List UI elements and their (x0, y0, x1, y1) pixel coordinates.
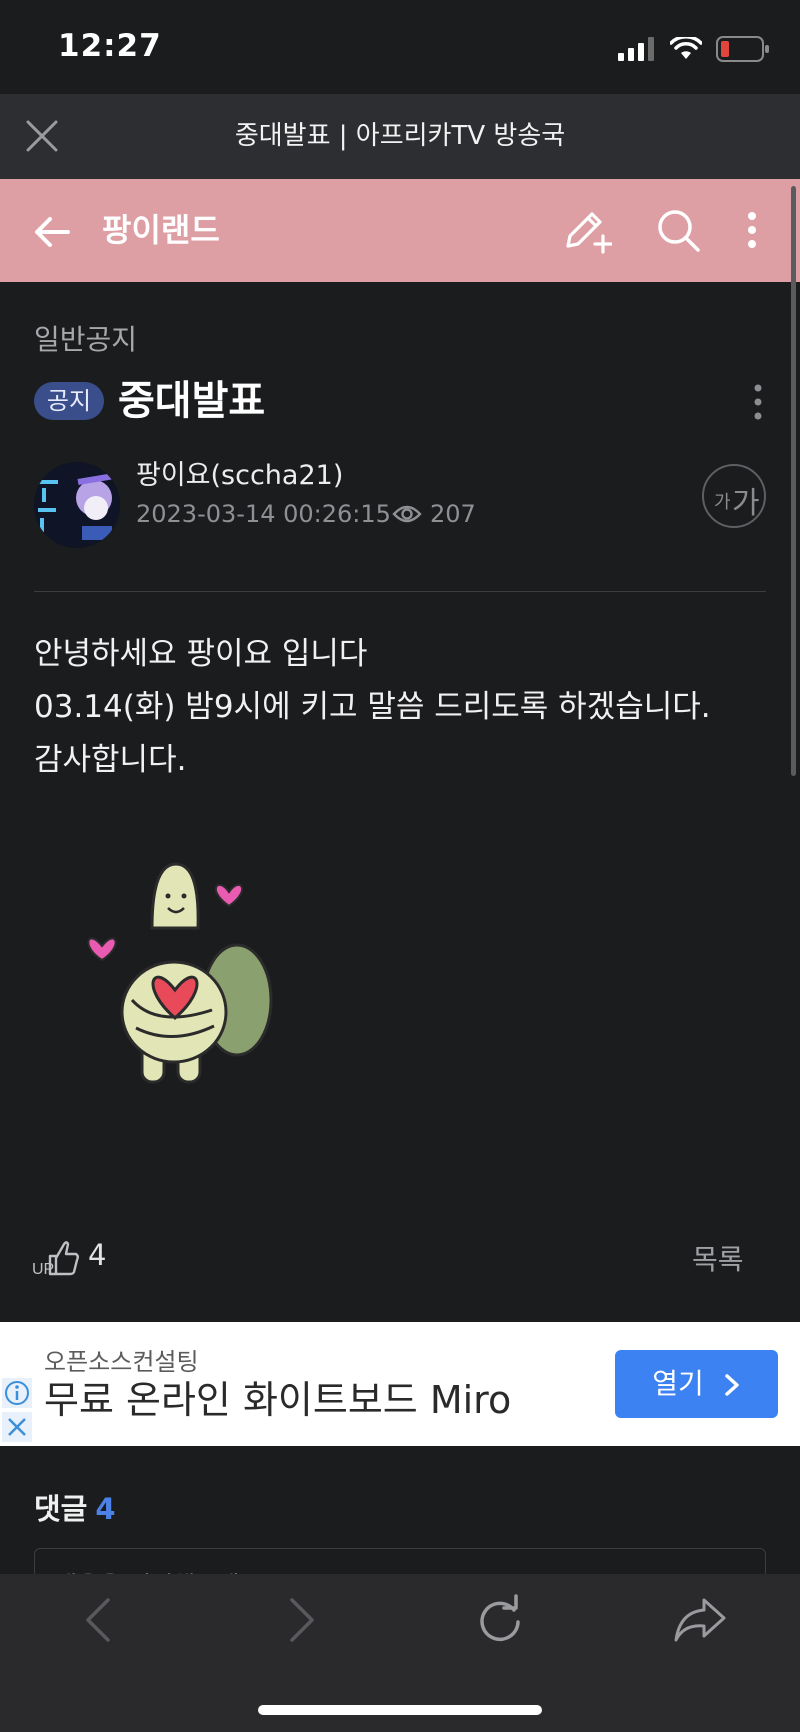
wifi-icon (670, 37, 702, 59)
more-vertical-icon[interactable] (740, 206, 764, 254)
view-count: 207 (430, 500, 476, 528)
turtle-heart-sticker (87, 862, 273, 1084)
font-size-button[interactable]: 가 가 (702, 464, 766, 528)
divider (34, 591, 766, 592)
signal-icon (618, 37, 654, 61)
write-icon[interactable] (560, 206, 612, 254)
comments-heading: 댓글 4 (34, 1486, 116, 1528)
post-body: 안녕하세요 팡이요 입니다 03.14(화) 밤9시에 키고 말씀 드리도록 하… (34, 628, 774, 787)
comments-count: 4 (95, 1492, 116, 1526)
notice-badge: 공지 (34, 382, 104, 420)
share-icon[interactable] (672, 1594, 728, 1646)
status-time: 12:27 (58, 28, 162, 64)
post-body-line: 안녕하세요 팡이요 입니다 (34, 636, 368, 672)
ad-subtitle[interactable]: 오픈소스컨설팅 (44, 1342, 199, 1377)
home-indicator (258, 1705, 542, 1715)
font-size-small-label: 가 (714, 492, 731, 513)
post-category[interactable]: 일반공지 (34, 318, 137, 358)
avatar[interactable] (34, 462, 120, 548)
browser-title: 중대발표 | 아프리카TV 방송국 (234, 121, 566, 151)
post-more-icon[interactable] (750, 380, 766, 424)
ad-headline[interactable]: 무료 온라인 화이트보드 Miro (44, 1374, 511, 1426)
font-size-large-label: 가 (732, 486, 760, 521)
scrollbar[interactable] (791, 186, 796, 776)
chevron-right-icon (724, 1374, 739, 1396)
reload-icon[interactable] (474, 1594, 526, 1646)
search-icon[interactable] (654, 206, 702, 254)
list-button[interactable]: 목록 (692, 1238, 744, 1278)
post-body-line: 감사합니다. (34, 742, 187, 778)
post-body-line: 03.14(화) 밤9시에 키고 말씀 드리도록 하겠습니다. (34, 689, 711, 725)
ad-open-label: 열기 (652, 1367, 704, 1400)
back-icon[interactable] (74, 1594, 126, 1646)
ad-open-button[interactable]: 열기 (615, 1350, 778, 1418)
status-icons (618, 34, 770, 64)
post-title: 중대발표 (118, 378, 266, 424)
author-name[interactable]: 팡이요(sccha21) (136, 458, 343, 494)
app-title: 팡이랜드 (102, 211, 220, 249)
ad-info-icon[interactable] (2, 1378, 32, 1408)
comments-label: 댓글 (34, 1492, 88, 1526)
post-date: 2023-03-14 00:26:15 (136, 500, 391, 528)
up-count: 4 (88, 1238, 107, 1272)
thumbs-up-icon[interactable]: UP (32, 1230, 80, 1278)
battery-icon (716, 36, 769, 62)
ad-close-icon[interactable] (2, 1412, 32, 1442)
eye-icon (392, 505, 422, 523)
back-arrow-icon[interactable] (30, 210, 74, 254)
forward-icon[interactable] (274, 1594, 326, 1646)
